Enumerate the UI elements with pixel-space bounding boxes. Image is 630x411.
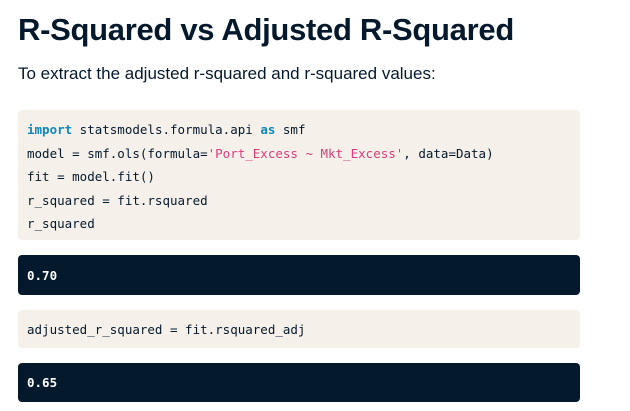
output-block-2: 0.65 <box>18 363 580 402</box>
keyword: as <box>260 122 276 137</box>
code-line: adjusted_r_squared = fit.rsquared_adj <box>27 321 306 337</box>
code-block-2: adjusted_r_squared = fit.rsquared_adj <box>18 310 580 348</box>
page-title: R-Squared vs Adjusted R-Squared <box>18 12 514 47</box>
code-line: fit = model.fit() <box>27 169 155 184</box>
code-text: smf <box>275 122 306 137</box>
code-block-1: import statsmodels.formula.api as smf mo… <box>18 110 580 240</box>
output-block-1: 0.70 <box>18 255 580 295</box>
string-literal: 'Port_Excess ~ Mkt_Excess' <box>207 145 404 161</box>
keyword: import <box>27 122 73 137</box>
code-text: model = smf.ols(formula= <box>27 145 208 161</box>
code-line: model = smf.ols(formula='Port_Excess ~ M… <box>27 142 571 166</box>
code-line: import statsmodels.formula.api as smf <box>27 118 571 142</box>
code-text: , data=Data) <box>403 145 494 161</box>
code-line: r_squared = fit.rsquared <box>27 192 208 208</box>
intro-text: To extract the adjusted r-squared and r-… <box>18 64 436 83</box>
code-text: statsmodels.formula.api <box>72 122 261 137</box>
code-line: r_squared <box>27 216 95 231</box>
